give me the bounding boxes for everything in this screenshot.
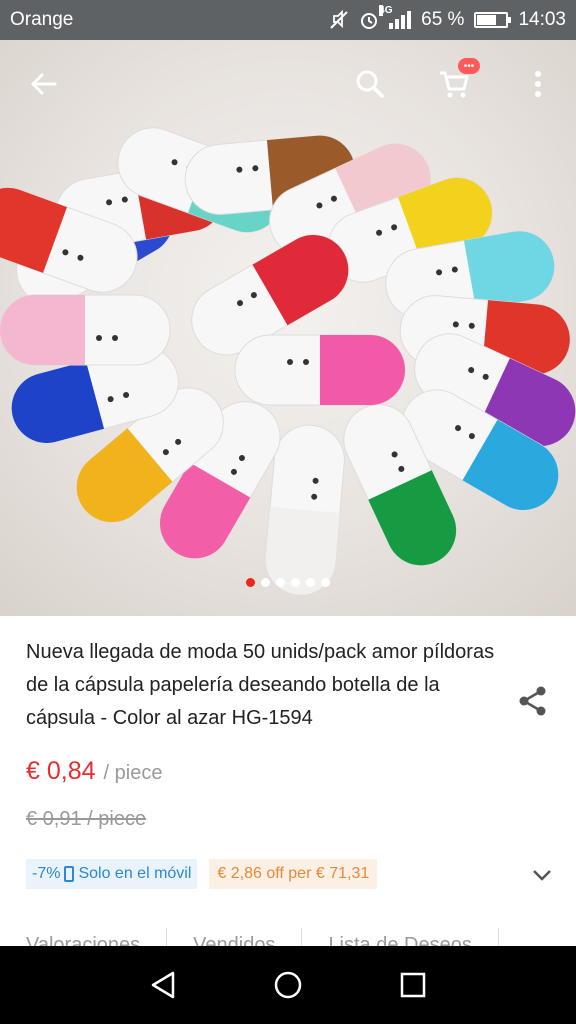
alarm-icon	[361, 13, 378, 29]
triangle-back-icon	[151, 971, 174, 999]
battery-icon	[474, 12, 512, 28]
square-recents-icon	[401, 972, 426, 998]
promo-row: -7% Solo en el móvil € 2,86 off per € 71…	[26, 859, 551, 889]
status-icons: 4G 65 % 14:03	[329, 5, 566, 31]
system-recents-button[interactable]	[393, 965, 433, 1005]
product-title: Nueva llegada de moda 50 unids/pack amor…	[26, 641, 495, 729]
original-price: € 0,91 / piece	[26, 808, 147, 830]
system-nav-bar	[0, 946, 576, 1024]
discount-percent: -7%	[32, 865, 61, 882]
status-bar: Orange 4G 65 % 14:03	[0, 0, 576, 40]
gallery-indicator	[0, 578, 576, 587]
system-home-button[interactable]	[268, 965, 308, 1005]
phone-icon	[64, 866, 75, 882]
gallery-dot[interactable]	[246, 578, 255, 587]
chevron-down-icon[interactable]	[530, 863, 554, 887]
pill-capsule	[0, 294, 171, 366]
gallery-dot[interactable]	[261, 578, 270, 587]
tab-item[interactable]: Lista de Deseos	[302, 928, 499, 948]
arrow-left-icon	[30, 73, 57, 95]
product-info: Nueva llegada de moda 50 unids/pack amor…	[0, 616, 576, 889]
mobile-discount-badge[interactable]: -7% Solo en el móvil	[26, 859, 198, 889]
search-button[interactable]	[348, 62, 392, 106]
more-options-button[interactable]	[516, 62, 560, 106]
pill-capsule	[234, 334, 406, 406]
cart-button[interactable]: •••	[432, 58, 480, 106]
image-toolbar: •••	[0, 40, 576, 130]
system-back-button[interactable]	[143, 965, 183, 1005]
signal-icon: 4G	[379, 5, 412, 29]
mobile-only-label: Solo en el móvil	[78, 865, 192, 882]
current-price: € 0,84	[26, 757, 96, 785]
coupon-badge[interactable]: € 2,86 off per € 71,31	[209, 859, 378, 889]
price-unit: / piece	[103, 762, 163, 784]
price-row: € 0,84 / piece	[26, 757, 550, 786]
more-vert-icon	[535, 71, 541, 97]
network-type: 4G	[379, 5, 393, 16]
share-button[interactable]	[516, 684, 550, 718]
cart-badge: •••	[458, 58, 480, 74]
mute-icon	[330, 10, 348, 29]
circle-home-icon	[274, 971, 302, 999]
share-icon	[519, 686, 546, 716]
gallery-dot[interactable]	[306, 578, 315, 587]
battery-percent: 65 %	[421, 9, 465, 30]
tab-item[interactable]: Valoraciones	[0, 928, 168, 948]
gallery-dot[interactable]	[291, 578, 300, 587]
search-icon	[356, 70, 384, 98]
back-button[interactable]	[22, 62, 66, 106]
gallery-dot[interactable]	[321, 578, 330, 587]
tab-item[interactable]: Vendidos	[167, 928, 303, 948]
clock: 14:03	[518, 9, 566, 30]
gallery-dot[interactable]	[276, 578, 285, 587]
stats-tabs: Valoraciones Vendidos Lista de Deseos	[0, 928, 576, 948]
carrier-name: Orange	[10, 9, 74, 30]
